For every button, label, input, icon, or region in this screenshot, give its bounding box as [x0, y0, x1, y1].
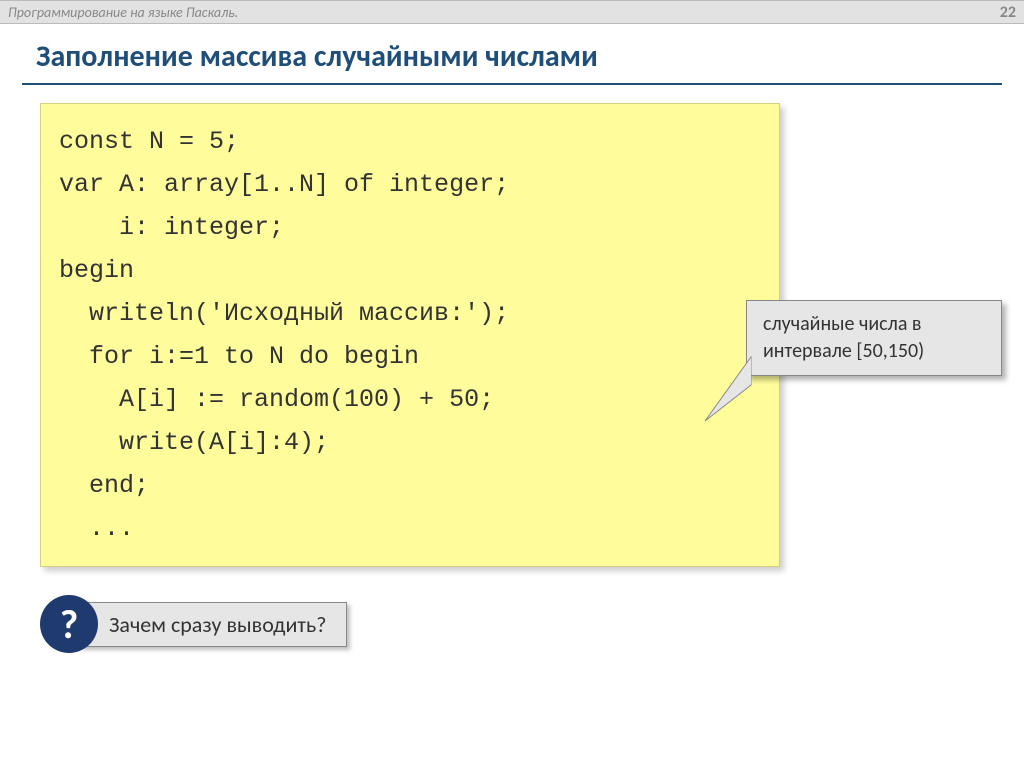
header-bar: Программирование на языке Паскаль. 22	[0, 0, 1024, 24]
question-badge-icon: ?	[40, 595, 98, 653]
callout-line: случайные числа в	[763, 311, 985, 338]
code-line: write(A[i]:4);	[59, 421, 761, 464]
code-line: const N = 5;	[59, 120, 761, 163]
header-title: Программирование на языке Паскаль.	[8, 4, 238, 21]
page-number: 22	[1000, 3, 1016, 22]
code-line: end;	[59, 464, 761, 507]
callout-tail-icon	[703, 355, 753, 425]
code-line: for i:=1 to N do begin	[59, 335, 761, 378]
question-row: ? Зачем сразу выводить?	[40, 595, 1024, 653]
slide-title: Заполнение массива случайными числами	[0, 24, 1024, 83]
code-line: A[i] := random(100) + 50;	[59, 378, 761, 421]
code-line: ...	[59, 507, 761, 550]
code-block: const N = 5; var A: array[1..N] of integ…	[40, 103, 780, 567]
callout-box: случайные числа в интервале [50,150)	[746, 300, 1002, 376]
code-line: writeln('Исходный массив:');	[59, 292, 761, 335]
question-text: Зачем сразу выводить?	[80, 602, 347, 647]
code-line: var A: array[1..N] of integer;	[59, 163, 761, 206]
code-line: begin	[59, 249, 761, 292]
callout-line: интервале [50,150)	[763, 338, 985, 365]
code-line: i: integer;	[59, 206, 761, 249]
title-underline	[22, 83, 1002, 85]
